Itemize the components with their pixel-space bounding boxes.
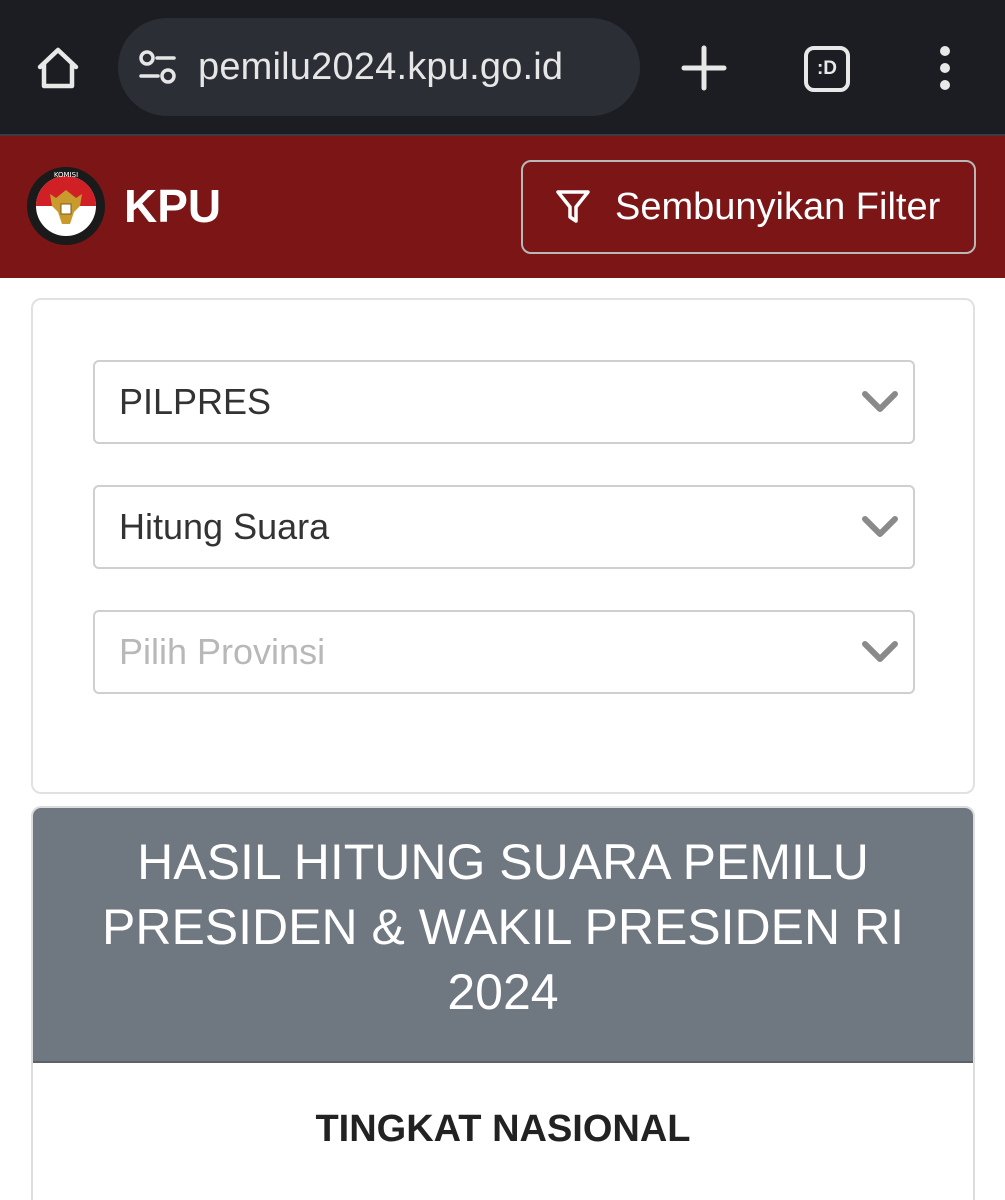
- hide-filter-label: Sembunyikan Filter: [615, 185, 941, 228]
- new-tab-icon[interactable]: [678, 42, 730, 94]
- chevron-down-icon: [862, 391, 898, 412]
- election-type-select[interactable]: PILPRES: [93, 360, 915, 444]
- browser-toolbar: pemilu2024.kpu.go.id :D: [0, 0, 1005, 136]
- address-bar[interactable]: pemilu2024.kpu.go.id: [118, 18, 640, 116]
- data-type-value: Hitung Suara: [119, 506, 330, 547]
- province-placeholder: Pilih Provinsi: [119, 631, 326, 672]
- site-settings-icon[interactable]: [138, 49, 178, 85]
- tab-switcher-icon[interactable]: :D: [804, 46, 850, 92]
- chevron-down-icon: [862, 516, 898, 537]
- result-card: HASIL HITUNG SUARA PEMILU PRESIDEN & WAK…: [31, 806, 975, 1200]
- result-title-line: HASIL HITUNG SUARA PEMILU: [137, 834, 869, 890]
- url-text[interactable]: pemilu2024.kpu.go.id: [198, 18, 563, 116]
- tab-switcher-label: :D: [816, 58, 838, 79]
- hide-filter-button[interactable]: Sembunyikan Filter: [521, 160, 976, 254]
- result-level-label: TINGKAT NASIONAL: [315, 1108, 691, 1150]
- result-title: HASIL HITUNG SUARA PEMILU PRESIDEN & WAK…: [33, 808, 973, 1063]
- home-icon: [37, 47, 79, 89]
- site-header: KOMISI KPU Sembunyikan Filter: [0, 136, 1005, 278]
- data-type-select[interactable]: Hitung Suara: [93, 485, 915, 569]
- filter-icon: [556, 190, 590, 223]
- kpu-logo[interactable]: KOMISI: [26, 166, 106, 246]
- election-type-value: PILPRES: [119, 381, 272, 422]
- svg-text:KOMISI: KOMISI: [54, 171, 78, 179]
- filter-panel: PILPRES Hitung Suara Pilih Provinsi: [31, 298, 975, 794]
- home-button[interactable]: [28, 40, 88, 96]
- brand-title[interactable]: KPU: [124, 176, 221, 236]
- more-vert-icon[interactable]: [930, 44, 960, 92]
- result-title-line: 2024: [447, 964, 559, 1020]
- result-title-line: PRESIDEN & WAKIL PRESIDEN RI: [101, 899, 905, 955]
- chevron-down-icon: [862, 641, 898, 662]
- province-select[interactable]: Pilih Provinsi: [93, 610, 915, 694]
